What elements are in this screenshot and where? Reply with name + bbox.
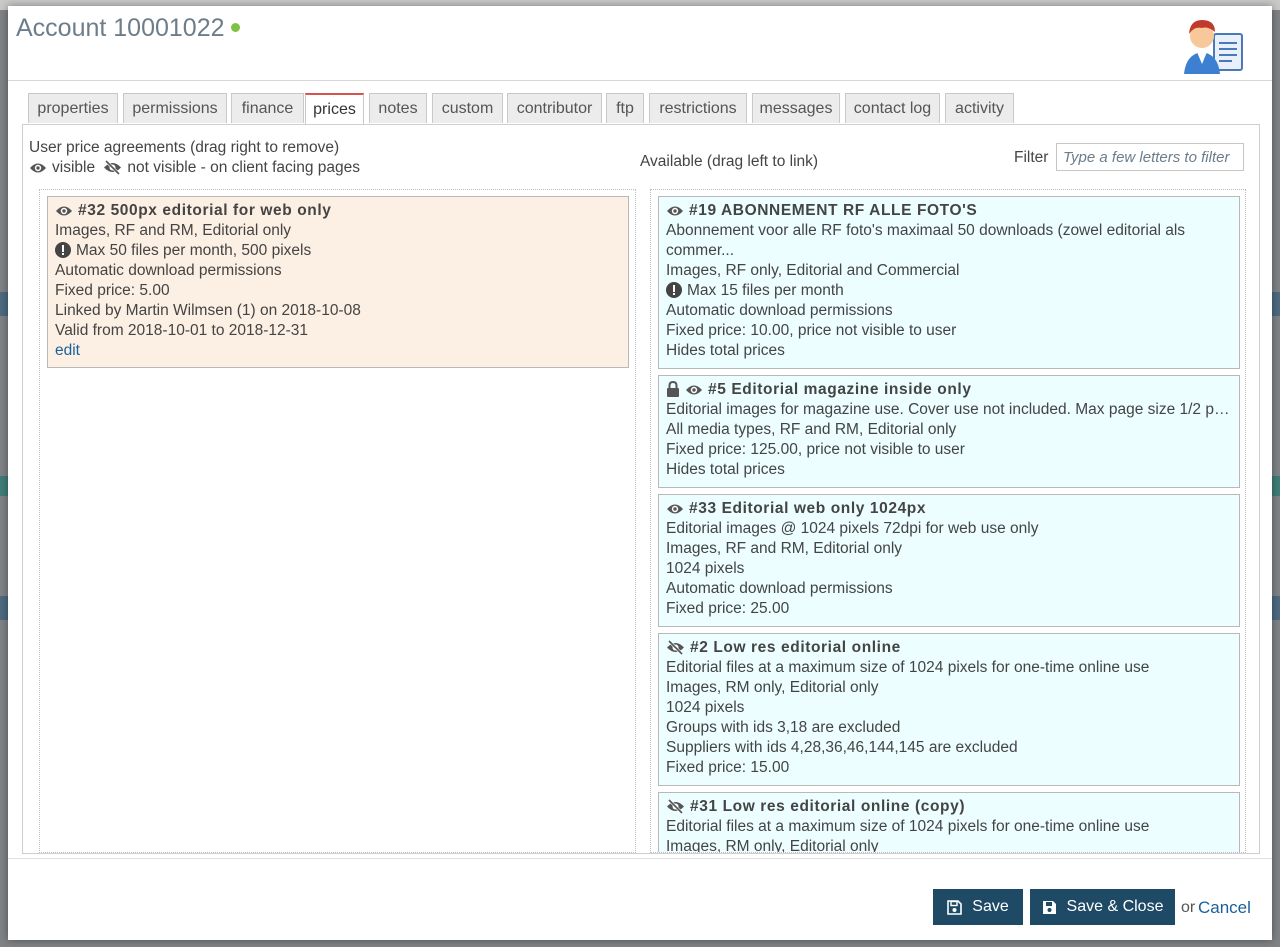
cancel-link[interactable]: Cancel (1198, 898, 1251, 918)
card-line: Editorial files at a maximum size of 102… (666, 818, 1150, 835)
modal-title: Account 10001022 (16, 14, 240, 43)
card-line: Images, RF and RM, Editorial only (666, 540, 903, 557)
available-agreement-card[interactable]: #19 ABONNEMENT RF ALLE FOTO'S Abonnement… (658, 196, 1240, 369)
card-line: Editorial images @ 1024 pixels 72dpi for… (666, 520, 1039, 537)
eye-icon (667, 206, 683, 216)
card-title: #19 ABONNEMENT RF ALLE FOTO'S (666, 201, 1232, 221)
modal-footer: Save Save & Close or Cancel (8, 858, 1272, 941)
filter-input[interactable] (1056, 143, 1244, 171)
available-agreement-card[interactable]: #31 Low res editorial online (copy) Edit… (658, 792, 1240, 853)
card-warning: Max 15 files per month (666, 281, 1232, 301)
card-line: Fixed price: 25.00 (666, 600, 790, 617)
card-line: commer... (666, 242, 735, 259)
card-line: Groups with ids 3,18 are excluded (666, 719, 901, 736)
available-agreements-list[interactable]: #19 ABONNEMENT RF ALLE FOTO'S Abonnement… (650, 189, 1246, 853)
available-heading: Available (drag left to link) (640, 153, 819, 170)
floppy-disk-icon (947, 899, 963, 915)
linked-agreements-list[interactable]: #32 500px editorial for web only Images,… (39, 189, 636, 853)
card-title: #33 Editorial web only 1024px (666, 499, 1232, 519)
card-line: 1024 pixels (666, 699, 745, 716)
card-title: #5 Editorial magazine inside only (666, 380, 1232, 400)
account-modal: Account 10001022 properties permissions … (8, 6, 1272, 940)
linked-agreement-card[interactable]: #32 500px editorial for web only Images,… (47, 196, 629, 368)
eye-slash-icon (667, 640, 684, 655)
available-agreement-card[interactable]: #2 Low res editorial online Editorial fi… (658, 633, 1240, 786)
tab-notes[interactable]: notes (369, 93, 427, 123)
tab-finance[interactable]: finance (231, 93, 304, 123)
eye-icon (30, 163, 46, 173)
card-line: Images, RF only, Editorial and Commercia… (666, 262, 960, 279)
floppy-disk-icon (1042, 900, 1056, 914)
linked-heading: User price agreements (drag right to rem… (29, 139, 340, 156)
save-close-button[interactable]: Save & Close (1030, 889, 1175, 925)
user-avatar-icon (1184, 20, 1243, 74)
card-line: Abonnement voor alle RF foto's maximaal … (666, 222, 1186, 239)
card-line: Images, RF and RM, Editorial only (55, 222, 292, 239)
exclamation-circle-icon (666, 282, 682, 298)
tab-permissions[interactable]: permissions (123, 93, 227, 123)
tab-ftp[interactable]: ftp (606, 93, 644, 123)
tab-custom[interactable]: custom (432, 93, 503, 123)
card-title: #32 500px editorial for web only (55, 201, 621, 221)
eye-icon (56, 206, 72, 216)
eye-icon (686, 385, 702, 395)
card-line: Automatic download permissions (666, 302, 893, 319)
eye-slash-icon (104, 160, 122, 175)
card-line: Images, RM only, Editorial only (666, 679, 879, 696)
card-title: #2 Low res editorial online (666, 638, 1232, 658)
tab-properties[interactable]: properties (28, 93, 118, 123)
lock-icon (667, 381, 679, 397)
card-line: Editorial images for magazine use. Cover… (666, 401, 1232, 418)
card-warning: Max 50 files per month, 500 pixels (55, 241, 621, 261)
tab-messages[interactable]: messages (752, 93, 840, 123)
tab-prices[interactable]: prices (305, 93, 364, 126)
card-line: Automatic download permissions (55, 262, 282, 279)
card-line: Automatic download permissions (666, 580, 893, 597)
card-line: Fixed price: 125.00, price not visible t… (666, 441, 965, 458)
card-line: Editorial files at a maximum size of 102… (666, 659, 1150, 676)
edit-link[interactable]: edit (55, 342, 80, 359)
exclamation-circle-icon (55, 242, 71, 258)
card-line: Linked by Martin Wilmsen (1) on 2018-10-… (55, 302, 361, 319)
card-line: Hides total prices (666, 342, 785, 359)
tab-contributor[interactable]: contributor (507, 93, 602, 123)
available-agreement-card[interactable]: #5 Editorial magazine inside only Editor… (658, 375, 1240, 488)
modal-header: Account 10001022 (8, 6, 1272, 81)
card-line: Fixed price: 15.00 (666, 759, 790, 776)
available-agreement-card[interactable]: #33 Editorial web only 1024px Editorial … (658, 494, 1240, 627)
card-line: All media types, RF and RM, Editorial on… (666, 421, 957, 438)
save-button[interactable]: Save (933, 889, 1023, 925)
card-line: Fixed price: 5.00 (55, 282, 170, 299)
visibility-legend: visible not visible - on client facing p… (29, 159, 360, 177)
card-line: 1024 pixels (666, 560, 745, 577)
tab-restrictions[interactable]: restrictions (649, 93, 747, 123)
card-title: #31 Low res editorial online (copy) (666, 797, 1232, 817)
card-line: Fixed price: 10.00, price not visible to… (666, 322, 957, 339)
card-line: Suppliers with ids 4,28,36,46,144,145 ar… (666, 739, 1018, 756)
filter-label: Filter (1014, 149, 1049, 166)
card-line: Images, RM only, Editorial only (666, 838, 879, 853)
card-line: Hides total prices (666, 461, 785, 478)
or-text: or (1181, 899, 1196, 916)
tab-activity[interactable]: activity (945, 93, 1014, 123)
eye-icon (667, 504, 683, 514)
online-status-dot (230, 23, 240, 32)
prices-panel: User price agreements (drag right to rem… (22, 124, 1260, 854)
tab-contact-log[interactable]: contact log (845, 93, 940, 123)
eye-slash-icon (667, 799, 684, 814)
card-line: Valid from 2018-10-01 to 2018-12-31 (55, 322, 309, 339)
